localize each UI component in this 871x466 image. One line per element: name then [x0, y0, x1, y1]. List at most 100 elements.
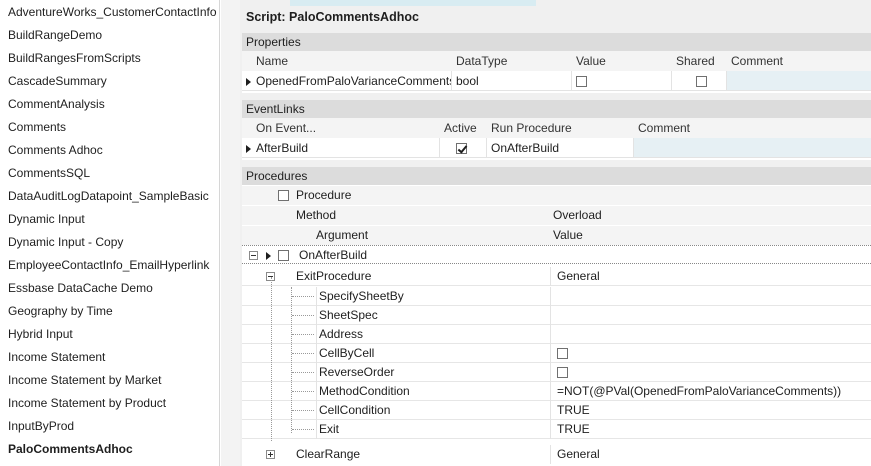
table-row[interactable]: OpenedFromPaloVarianceComments bool: [242, 71, 871, 91]
collapse-icon[interactable]: [249, 251, 258, 261]
active-checkbox[interactable]: [456, 143, 467, 155]
col-argument[interactable]: Argument: [316, 226, 368, 245]
argument-value[interactable]: [550, 344, 871, 363]
col-shared[interactable]: Shared: [672, 51, 727, 71]
event-cell[interactable]: AfterBuild: [242, 138, 440, 158]
col-value[interactable]: Value: [572, 51, 672, 71]
table-row[interactable]: ReverseOrder: [242, 363, 871, 382]
property-shared-checkbox[interactable]: [696, 76, 707, 88]
procedure-arrow-wrap: [266, 246, 276, 265]
row-selector-icon: [266, 251, 271, 260]
col-value[interactable]: Value: [553, 226, 583, 245]
procedure-name[interactable]: OnAfterBuild: [299, 246, 367, 265]
argument-value[interactable]: [550, 363, 871, 382]
script-editor-panel: Script: PaloCommentsAdhoc Properties Nam…: [240, 0, 871, 466]
list-item[interactable]: BuildRangesFromScripts: [0, 47, 219, 70]
tree-line: [291, 287, 292, 433]
col-eventlink-comment[interactable]: Comment: [634, 118, 871, 138]
method-row[interactable]: ClearRange General: [242, 445, 871, 464]
procedure-checkbox[interactable]: [278, 250, 289, 262]
argument-name: CellByCell: [316, 344, 550, 363]
list-item[interactable]: PaloCommentsAdhoc: [0, 438, 219, 461]
panel-splitter[interactable]: [221, 0, 240, 466]
property-comment[interactable]: [727, 71, 871, 91]
list-item[interactable]: InputByProd: [0, 415, 219, 438]
method-row[interactable]: ExitProcedure General: [242, 267, 871, 286]
tree-line: [292, 353, 314, 354]
eventlink-comment[interactable]: [634, 138, 871, 158]
table-row[interactable]: CellByCell: [242, 344, 871, 363]
list-item[interactable]: Comments: [0, 116, 219, 139]
col-method[interactable]: Method: [296, 206, 336, 225]
property-datatype[interactable]: bool: [452, 71, 572, 91]
argument-value[interactable]: TRUE: [550, 420, 871, 439]
table-row[interactable]: MethodCondition =NOT(@PVal(OpenedFromPalo…: [242, 382, 871, 401]
list-item[interactable]: CascadeSummary: [0, 70, 219, 93]
list-item[interactable]: Hybrid Input: [0, 323, 219, 346]
list-item[interactable]: Income Statement by Market: [0, 369, 219, 392]
argument-value[interactable]: [550, 325, 871, 344]
argument-name: MethodCondition: [316, 382, 550, 401]
method-name[interactable]: ExitProcedure: [296, 267, 371, 286]
procedure-expander[interactable]: [249, 246, 258, 265]
list-item[interactable]: Comments Adhoc: [0, 139, 219, 162]
argument-header-row: Argument Value: [242, 226, 871, 245]
row-selector-icon: [246, 144, 251, 153]
procedure-row[interactable]: OnAfterBuild: [242, 245, 871, 264]
active-cell[interactable]: [440, 138, 487, 158]
argument-checkbox[interactable]: [557, 367, 568, 379]
col-name[interactable]: Name: [252, 51, 452, 71]
property-name-cell[interactable]: OpenedFromPaloVarianceComments: [242, 71, 452, 91]
col-active[interactable]: Active: [440, 118, 487, 138]
procedures-header: Procedures: [242, 167, 871, 185]
expand-icon[interactable]: [266, 450, 275, 460]
run-procedure[interactable]: OnAfterBuild: [487, 138, 634, 158]
table-row[interactable]: Exit TRUE: [242, 420, 871, 439]
top-scroll-strip: [290, 0, 536, 6]
tree-line: [292, 429, 314, 430]
list-item[interactable]: Dynamic Input - Copy: [0, 231, 219, 254]
method-overload[interactable]: General: [550, 267, 871, 286]
eventlinks-header: EventLinks: [242, 100, 871, 118]
col-comment[interactable]: Comment: [727, 51, 871, 71]
property-value-checkbox[interactable]: [576, 76, 587, 88]
list-item[interactable]: CommentAnalysis: [0, 93, 219, 116]
procedure-header-checkbox-wrap: [278, 186, 289, 205]
list-item[interactable]: BuildRangeDemo: [0, 24, 219, 47]
argument-name: ReverseOrder: [316, 363, 550, 382]
col-procedure[interactable]: Procedure: [296, 186, 351, 205]
method-overload[interactable]: General: [550, 445, 871, 464]
row-selector-icon: [246, 77, 251, 86]
property-shared-cell[interactable]: [672, 71, 727, 91]
table-row[interactable]: AfterBuild OnAfterBuild: [242, 138, 871, 158]
argument-checkbox[interactable]: [557, 348, 568, 360]
col-overload[interactable]: Overload: [553, 206, 602, 225]
list-item[interactable]: Income Statement: [0, 346, 219, 369]
col-run-procedure[interactable]: Run Procedure: [487, 118, 634, 138]
method-expander[interactable]: [266, 445, 275, 464]
table-row[interactable]: Address: [242, 325, 871, 344]
argument-value[interactable]: [550, 287, 871, 306]
list-item[interactable]: CommentsSQL: [0, 162, 219, 185]
script-list-panel: AdventureWorks_CustomerContactInfo BuildR…: [0, 0, 220, 466]
procedures-section: Procedures Procedure Method Overload Arg…: [242, 167, 871, 466]
col-on-event[interactable]: On Event...: [252, 118, 442, 138]
table-row[interactable]: SheetSpec: [242, 306, 871, 325]
list-item[interactable]: EmployeeContactInfo_EmailHyperlink: [0, 254, 219, 277]
col-datatype[interactable]: DataType: [452, 51, 572, 71]
procedure-header-checkbox[interactable]: [278, 190, 289, 202]
property-value-cell[interactable]: [572, 71, 672, 91]
argument-value[interactable]: =NOT(@PVal(OpenedFromPaloVarianceComment…: [550, 382, 871, 401]
list-item[interactable]: Income Statement by Product: [0, 392, 219, 415]
method-name[interactable]: ClearRange: [296, 445, 360, 464]
list-item[interactable]: Dynamic Input: [0, 208, 219, 231]
argument-value[interactable]: TRUE: [550, 401, 871, 420]
list-item[interactable]: AdventureWorks_CustomerContactInfo: [0, 1, 219, 24]
tree-line: [292, 296, 314, 297]
list-item[interactable]: Essbase DataCache Demo: [0, 277, 219, 300]
list-item[interactable]: DataAuditLogDatapoint_SampleBasic: [0, 185, 219, 208]
list-item[interactable]: Geography by Time: [0, 300, 219, 323]
table-row[interactable]: CellCondition TRUE: [242, 401, 871, 420]
argument-value[interactable]: [550, 306, 871, 325]
table-row[interactable]: SpecifySheetBy: [242, 287, 871, 306]
